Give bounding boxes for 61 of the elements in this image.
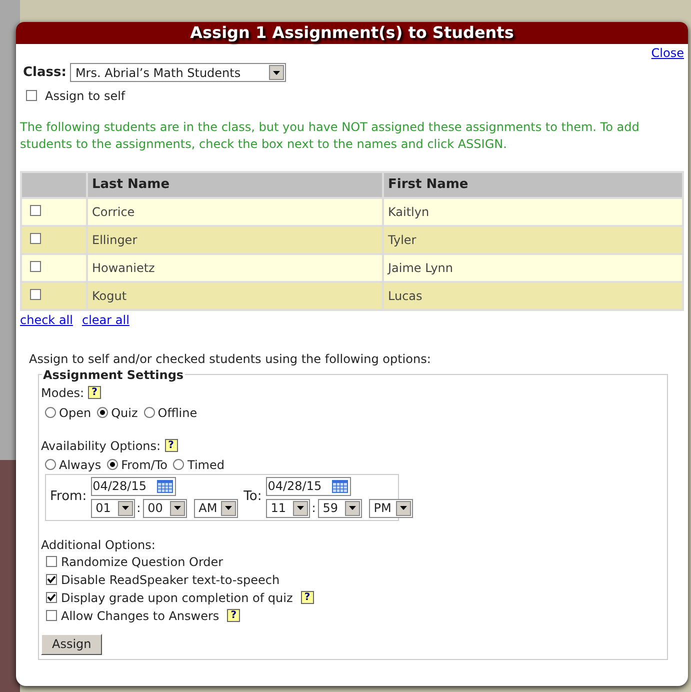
radio-label: Always [59, 456, 102, 474]
checkbox[interactable] [46, 574, 57, 585]
class-label: Class: [23, 64, 66, 82]
checkbox-label: Display grade upon completion of quiz [61, 590, 293, 606]
table-cell: Kogut [87, 282, 383, 310]
help-button[interactable]: ? [227, 609, 240, 622]
close-link[interactable]: Close [651, 44, 684, 62]
minute-select[interactable]: 59 [318, 498, 362, 518]
checkbox-label: Assign to self [45, 88, 126, 104]
notice-text: The following students are in the class, but you have NOT assigned these assignments to them. To add students to the assignments, check the box next to the names and click ASSIGN. [19, 118, 640, 152]
time-separator: : [312, 500, 316, 517]
radio-label: From/To [121, 456, 168, 474]
assign-button[interactable]: Assign [41, 634, 102, 654]
radio-label: Timed [187, 456, 224, 474]
checkbox[interactable] [26, 90, 37, 101]
checkbox[interactable] [46, 592, 57, 603]
checkbox[interactable] [30, 260, 41, 272]
meridiem-select[interactable]: PM [368, 498, 413, 518]
radio-label: Offline [158, 404, 198, 422]
table-link[interactable]: clear all [82, 310, 130, 328]
checkbox-label: Allow Changes to Answers [61, 608, 220, 624]
date-field[interactable]: 04/28/15 [266, 476, 351, 496]
column-header: First Name [383, 172, 683, 198]
checkbox-label: Randomize Question Order [61, 554, 224, 570]
calendar-icon[interactable] [332, 480, 348, 492]
radio-button[interactable] [45, 459, 56, 470]
checkbox[interactable] [30, 288, 41, 300]
settings-legend: Assignment Settings [42, 366, 185, 384]
checkbox[interactable] [30, 232, 41, 244]
date-field[interactable]: 04/28/15 [90, 476, 176, 496]
hour-select[interactable]: 01 [90, 498, 135, 518]
checkbox[interactable] [30, 204, 41, 216]
table-cell: Lucas [383, 282, 683, 310]
radio-button[interactable] [173, 459, 184, 470]
radio-button[interactable] [144, 407, 155, 418]
radio-button[interactable] [45, 407, 56, 418]
dialog-title: Assign 1 Assignment(s) to Students [16, 22, 688, 44]
additional-label: Additional Options: [41, 536, 156, 554]
meridiem-select[interactable]: AM [194, 498, 238, 518]
minute-select[interactable]: 00 [142, 498, 187, 518]
help-button[interactable]: ? [164, 439, 178, 452]
checkbox[interactable] [46, 556, 57, 567]
radio-button[interactable] [107, 459, 118, 470]
column-header: Last Name [87, 172, 383, 198]
hour-select[interactable]: 11 [266, 498, 310, 518]
help-button[interactable]: ? [300, 591, 314, 604]
checkbox-label: Disable ReadSpeaker text-to-speech [61, 572, 280, 588]
availability-label: Availability Options: [41, 438, 161, 454]
table-link[interactable]: check all [20, 310, 73, 328]
calendar-icon[interactable] [156, 480, 173, 492]
radio-label: Quiz [111, 404, 138, 422]
checkbox[interactable] [46, 610, 57, 621]
time-separator: : [136, 500, 141, 517]
time-label: From: [50, 488, 87, 506]
help-button[interactable]: ? [88, 386, 101, 399]
instructions-text: Assign to self and/or checked students using the following options: [28, 350, 432, 368]
class-select[interactable]: Mrs. Abrial’s Math Students [70, 63, 286, 82]
modes-label: Modes: [41, 384, 84, 402]
time-label: To: [244, 488, 262, 506]
radio-button[interactable] [97, 407, 108, 418]
radio-label: Open [59, 404, 92, 422]
